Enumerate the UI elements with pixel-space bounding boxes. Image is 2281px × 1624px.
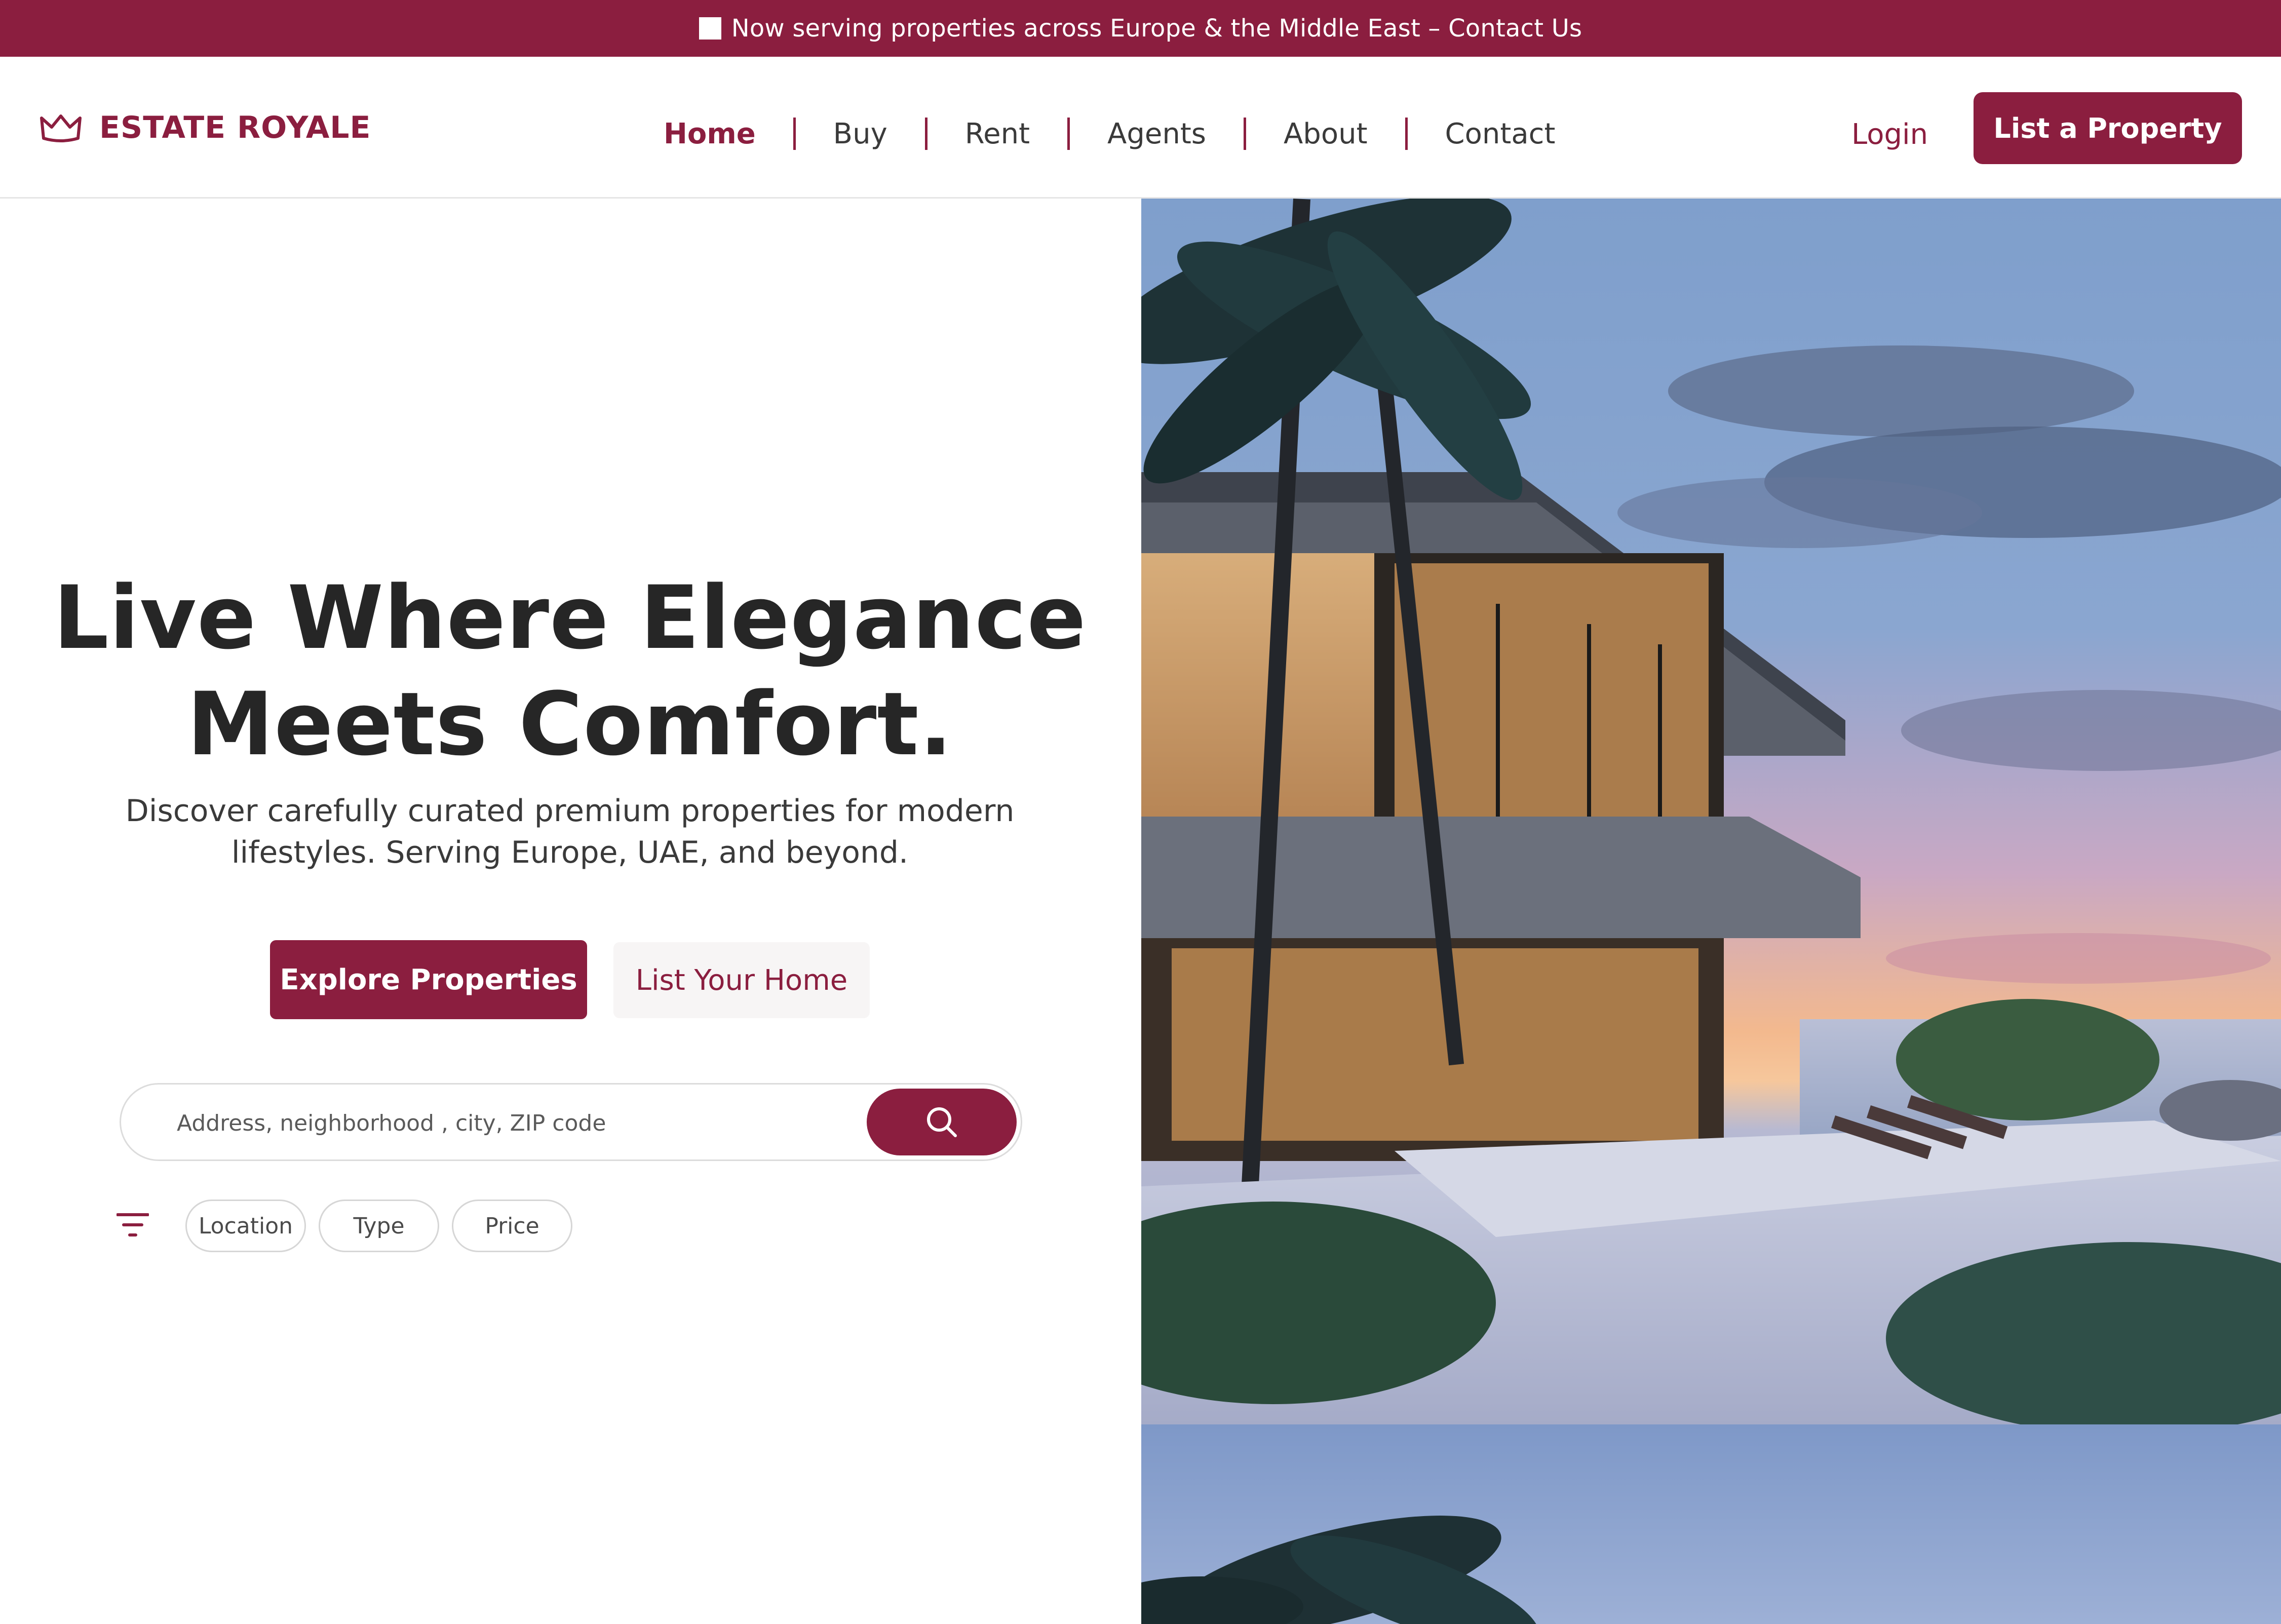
nav-divider [1405,118,1408,150]
list-your-home-button[interactable]: List Your Home [613,942,870,1018]
hero-property-image [1141,199,2281,1424]
hero-title-line-2: Meets Comfort. [187,673,953,775]
search-button[interactable] [867,1089,1017,1155]
search-input[interactable] [177,1103,835,1143]
explore-properties-button[interactable]: Explore Properties [270,940,587,1019]
nav-item-about[interactable]: About [1284,118,1368,150]
nav-divider [1067,118,1070,150]
announcement-bar: Now serving properties across Europe & t… [0,0,2281,57]
nav-item-rent[interactable]: Rent [965,118,1030,150]
site-header: ESTATE ROYALE Home Buy Rent Agents About… [0,57,2281,199]
list-property-button[interactable]: List a Property [1974,92,2242,164]
nav-item-buy[interactable]: Buy [833,118,887,150]
filter-icon[interactable] [117,1212,149,1238]
nav-item-contact[interactable]: Contact [1445,118,1556,150]
hero-subtitle-line-1: Discover carefully curated premium prope… [125,793,1015,829]
nav-item-home[interactable]: Home [664,118,756,150]
brand-name: ESTATE ROYALE [99,110,371,145]
announcement-text[interactable]: Now serving properties across Europe & t… [731,14,1582,43]
hero-title-line-1: Live Where Elegance [53,567,1087,669]
brand-logo[interactable]: ESTATE ROYALE [38,105,371,150]
villa-photo [1141,199,2281,1424]
crown-icon [40,114,82,142]
login-link[interactable]: Login [1851,111,1928,157]
hero-subtitle: Discover carefully curated premium prope… [96,790,1043,873]
search-bar [120,1083,1022,1161]
filter-chip-type[interactable]: Type [319,1200,439,1252]
nav-divider [793,118,796,150]
search-icon [927,1107,957,1137]
hero-subtitle-line-2: lifestyles. Serving Europe, UAE, and bey… [231,835,909,870]
hero-title: Live Where Elegance Meets Comfort. [41,565,1099,778]
main-nav: Home Buy Rent Agents About Contact [664,113,1555,154]
filter-chip-location[interactable]: Location [185,1200,306,1252]
nav-divider [924,118,927,150]
villa-photo-2 [1141,1424,2281,1624]
announcement-checkbox-icon [699,17,721,40]
secondary-property-image [1141,1424,2281,1624]
nav-item-agents[interactable]: Agents [1107,118,1206,150]
filter-chip-price[interactable]: Price [452,1200,572,1252]
nav-divider [1243,118,1246,150]
